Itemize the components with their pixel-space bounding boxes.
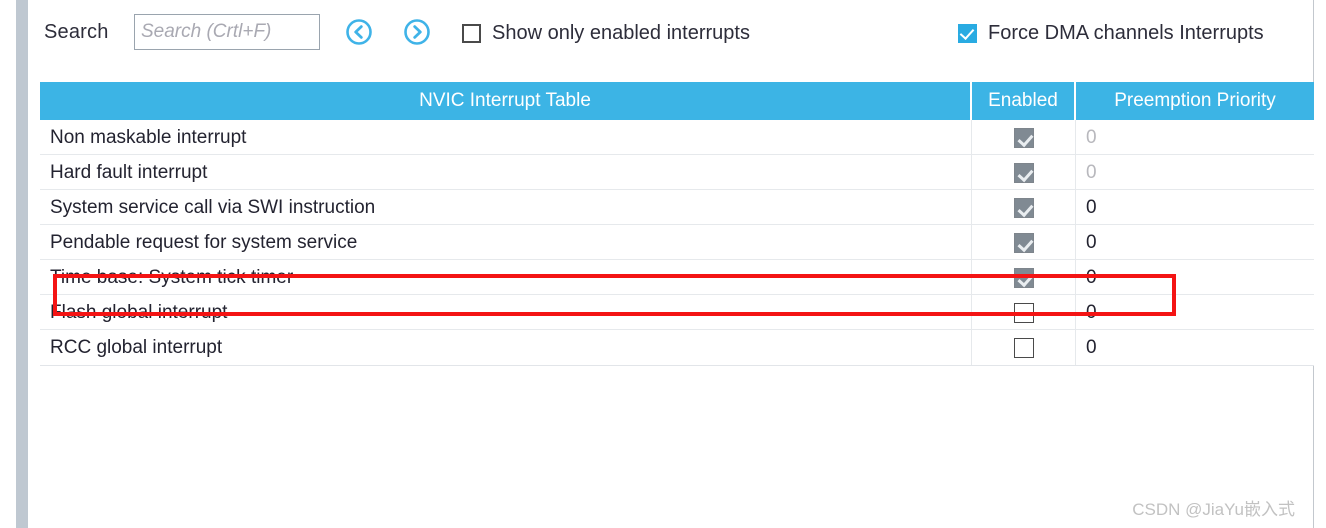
left-gutter [0, 0, 16, 528]
table-header-row: NVIC Interrupt Table Enabled Preemption … [40, 82, 1314, 120]
vertical-scrollbar[interactable] [16, 0, 28, 528]
enabled-checkbox-checked[interactable] [1013, 197, 1034, 218]
column-header-enabled[interactable]: Enabled [972, 82, 1076, 120]
show-only-enabled-row[interactable]: Show only enabled interrupts [462, 22, 750, 45]
enabled-checkbox-checked[interactable] [1013, 232, 1034, 253]
cell-interrupt-name: Flash global interrupt [40, 295, 972, 330]
column-header-interrupt-name[interactable]: NVIC Interrupt Table [40, 82, 972, 120]
enabled-checkbox-checked[interactable] [1013, 127, 1034, 148]
table-row[interactable]: RCC global interrupt 0 [40, 330, 1314, 365]
cell-interrupt-name: RCC global interrupt [40, 330, 972, 365]
next-match-button[interactable] [403, 18, 431, 46]
cell-interrupt-name: Hard fault interrupt [40, 155, 972, 190]
chevron-left-circle-icon [346, 19, 372, 45]
chevron-right-circle-icon [404, 19, 430, 45]
table-row[interactable]: Flash global interrupt 0 [40, 295, 1314, 330]
nvic-interrupt-table: NVIC Interrupt Table Enabled Preemption … [40, 82, 1314, 366]
force-dma-row[interactable]: Force DMA channels Interrupts [958, 22, 1264, 45]
enabled-checkbox-unchecked[interactable] [1013, 337, 1034, 358]
cell-preemption-priority[interactable]: 0 [1076, 120, 1314, 155]
cell-preemption-priority[interactable]: 0 [1076, 295, 1314, 330]
toolbar: Search Show only enabled interrupts [28, 0, 1313, 72]
table-row[interactable]: System service call via SWI instruction 0 [40, 190, 1314, 225]
cell-preemption-priority[interactable]: 0 [1076, 155, 1314, 190]
show-only-enabled-label: Show only enabled interrupts [492, 22, 750, 44]
table-body: Non maskable interrupt 0 Hard fault interr… [40, 120, 1314, 366]
cell-enabled[interactable] [972, 295, 1076, 330]
cell-enabled[interactable] [972, 120, 1076, 155]
column-header-preemption-priority[interactable]: Preemption Priority [1076, 82, 1314, 120]
cell-preemption-priority[interactable]: 0 [1076, 190, 1314, 225]
enabled-checkbox-checked[interactable] [1013, 267, 1034, 288]
enabled-checkbox-unchecked[interactable] [1013, 302, 1034, 323]
force-dma-label: Force DMA channels Interrupts [988, 22, 1264, 44]
search-input[interactable] [134, 14, 320, 50]
search-label: Search [44, 21, 109, 43]
cell-enabled[interactable] [972, 190, 1076, 225]
show-only-enabled-checkbox[interactable] [462, 24, 481, 43]
nvic-configuration-panel: Search Show only enabled interrupts [0, 0, 1326, 528]
cell-interrupt-name: Non maskable interrupt [40, 120, 972, 155]
table-row[interactable]: Hard fault interrupt 0 [40, 155, 1314, 190]
content-pane: Search Show only enabled interrupts [28, 0, 1314, 528]
cell-enabled[interactable] [972, 225, 1076, 260]
cell-enabled[interactable] [972, 260, 1076, 295]
cell-interrupt-name: Pendable request for system service [40, 225, 972, 260]
enabled-checkbox-checked[interactable] [1013, 162, 1034, 183]
cell-preemption-priority[interactable]: 0 [1076, 225, 1314, 260]
table-row[interactable]: Pendable request for system service 0 [40, 225, 1314, 260]
table-row[interactable]: Time base: System tick timer 0 [40, 260, 1314, 295]
table-row[interactable]: Non maskable interrupt 0 [40, 120, 1314, 155]
cell-enabled[interactable] [972, 155, 1076, 190]
cell-interrupt-name: Time base: System tick timer [40, 260, 972, 295]
cell-preemption-priority[interactable]: 0 [1076, 330, 1314, 365]
cell-interrupt-name: System service call via SWI instruction [40, 190, 972, 225]
cell-enabled[interactable] [972, 330, 1076, 365]
watermark: CSDN @JiaYu嵌入式 [1132, 500, 1295, 519]
cell-preemption-priority[interactable]: 0 [1076, 260, 1314, 295]
previous-match-button[interactable] [345, 18, 373, 46]
force-dma-checkbox[interactable] [958, 24, 977, 43]
